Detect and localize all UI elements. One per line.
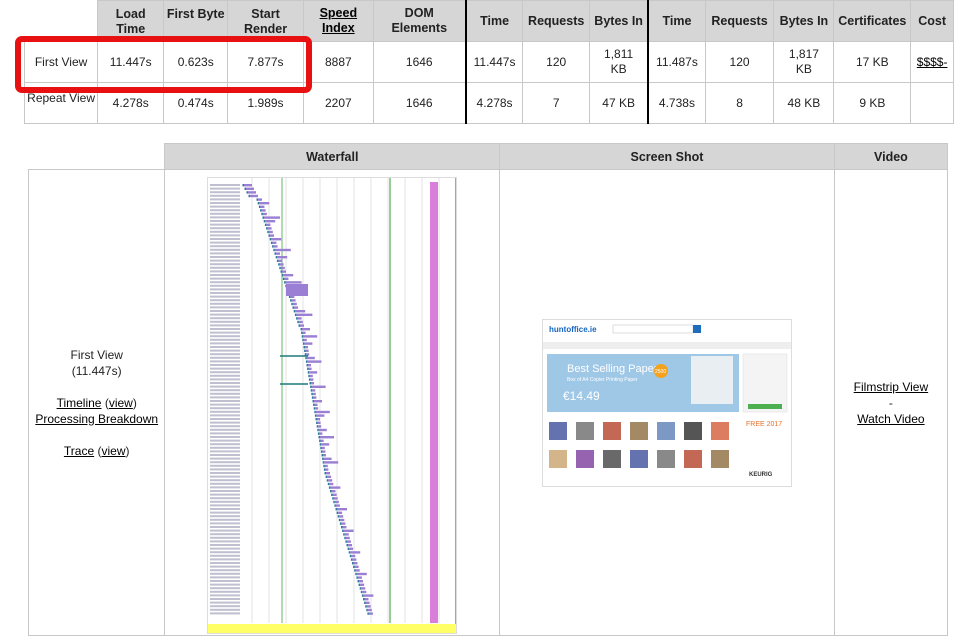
banner-sub: Box of A4 Copier Printing Paper xyxy=(567,377,638,383)
header-video: Video xyxy=(833,143,949,170)
header-doc-bytes: Bytes In xyxy=(589,0,649,42)
trace-view-link[interactable]: view xyxy=(101,444,125,458)
header-dom-elements: DOM Elements xyxy=(372,0,467,42)
load-time: 11.447s xyxy=(97,41,165,83)
header-speed-index[interactable]: Speed Index xyxy=(302,0,374,42)
header-waterfall: Waterfall xyxy=(164,143,501,170)
header-certificates: Certificates xyxy=(833,0,912,42)
dom-elements: 1646 xyxy=(372,82,467,124)
run-label: First View xyxy=(70,347,123,362)
full-requests: 8 xyxy=(704,82,775,124)
banner-price: €14.49 xyxy=(563,389,600,403)
first-byte: 0.623s xyxy=(163,41,229,83)
results-summary-table: Load Time First Byte Start Render Speed … xyxy=(23,0,954,124)
row-label: Repeat View xyxy=(23,82,99,124)
brand-text: KEURIG xyxy=(749,472,773,478)
header-screenshot: Screen Shot xyxy=(499,143,835,170)
load-time: 4.278s xyxy=(97,82,165,124)
row-label: First View xyxy=(23,41,99,83)
processing-breakdown-link[interactable]: Processing Breakdown xyxy=(35,412,158,426)
waterfall-cell xyxy=(164,169,501,636)
trace-link[interactable]: Trace xyxy=(64,444,94,458)
cost-link-text[interactable]: $$$$- xyxy=(917,55,948,69)
header-start-render: Start Render xyxy=(227,0,304,42)
header-doc-time: Time xyxy=(464,0,524,42)
run-details-table: Waterfall Screen Shot Video First View (… xyxy=(27,143,949,636)
banner-title: Best Selling Paper xyxy=(567,363,658,375)
start-render: 7.877s xyxy=(227,41,304,83)
table-row-repeat-view: Repeat View 4.278s 0.474s 1.989s 2207 16… xyxy=(23,82,954,124)
corner-cell xyxy=(28,143,165,170)
speed-index: 2207 xyxy=(302,82,374,124)
cost-empty xyxy=(910,82,954,124)
header-first-byte: First Byte xyxy=(163,0,229,42)
waterfall-image[interactable] xyxy=(207,177,458,634)
corner-cell xyxy=(24,0,99,42)
doc-requests: 120 xyxy=(522,41,591,83)
run-info-cell: First View (11.447s) Timeline (view) Pro… xyxy=(27,169,166,636)
page-screenshot-thumbnail[interactable]: huntoffice.ie Best Selling Paper Box of … xyxy=(541,318,792,487)
screenshot-cell: huntoffice.ie Best Selling Paper Box of … xyxy=(499,169,835,636)
doc-bytes: 1,811 KB xyxy=(589,41,649,83)
promo-text: FREE 2017 xyxy=(746,421,782,428)
separator-dash: - xyxy=(888,395,893,410)
header-doc-requests: Requests xyxy=(522,0,591,42)
screenshot-graphic: huntoffice.ie Best Selling Paper Box of … xyxy=(542,319,791,478)
doc-time: 11.447s xyxy=(464,41,524,83)
filmstrip-view-link[interactable]: Filmstrip View xyxy=(854,380,928,394)
doc-bytes: 47 KB xyxy=(589,82,649,124)
header-cost: Cost xyxy=(910,0,954,42)
full-bytes: 48 KB xyxy=(773,82,835,124)
speed-index: 8887 xyxy=(302,41,374,83)
header-full-bytes: Bytes In xyxy=(773,0,835,42)
timeline-view-link[interactable]: view xyxy=(109,396,133,410)
svg-text:2500: 2500 xyxy=(655,369,666,375)
first-byte: 0.474s xyxy=(163,82,229,124)
run-row: First View (11.447s) Timeline (view) Pro… xyxy=(27,169,949,636)
certificates: 17 KB xyxy=(833,41,912,83)
header-full-time: Time xyxy=(647,0,706,42)
certificates: 9 KB xyxy=(833,82,912,124)
watch-video-link[interactable]: Watch Video xyxy=(857,412,924,426)
start-render: 1.989s xyxy=(227,82,304,124)
waterfall-chart xyxy=(208,178,457,633)
site-logo: huntoffice.ie xyxy=(549,325,597,334)
timeline-link[interactable]: Timeline xyxy=(57,396,102,410)
full-time: 11.487s xyxy=(647,41,706,83)
header-load-time: Load Time xyxy=(97,0,165,42)
full-bytes: 1,817 KB xyxy=(773,41,835,83)
full-requests: 120 xyxy=(704,41,775,83)
header-full-requests: Requests xyxy=(704,0,775,42)
cost-link[interactable]: $$$$- xyxy=(910,41,954,83)
doc-requests: 7 xyxy=(522,82,591,124)
dom-elements: 1646 xyxy=(372,41,467,83)
full-time: 4.738s xyxy=(647,82,706,124)
doc-time: 4.278s xyxy=(464,82,524,124)
table-row-first-view: First View 11.447s 0.623s 7.877s 8887 16… xyxy=(23,41,954,83)
run-time: (11.447s) xyxy=(71,363,122,378)
video-cell: Filmstrip View - Watch Video xyxy=(833,169,949,636)
